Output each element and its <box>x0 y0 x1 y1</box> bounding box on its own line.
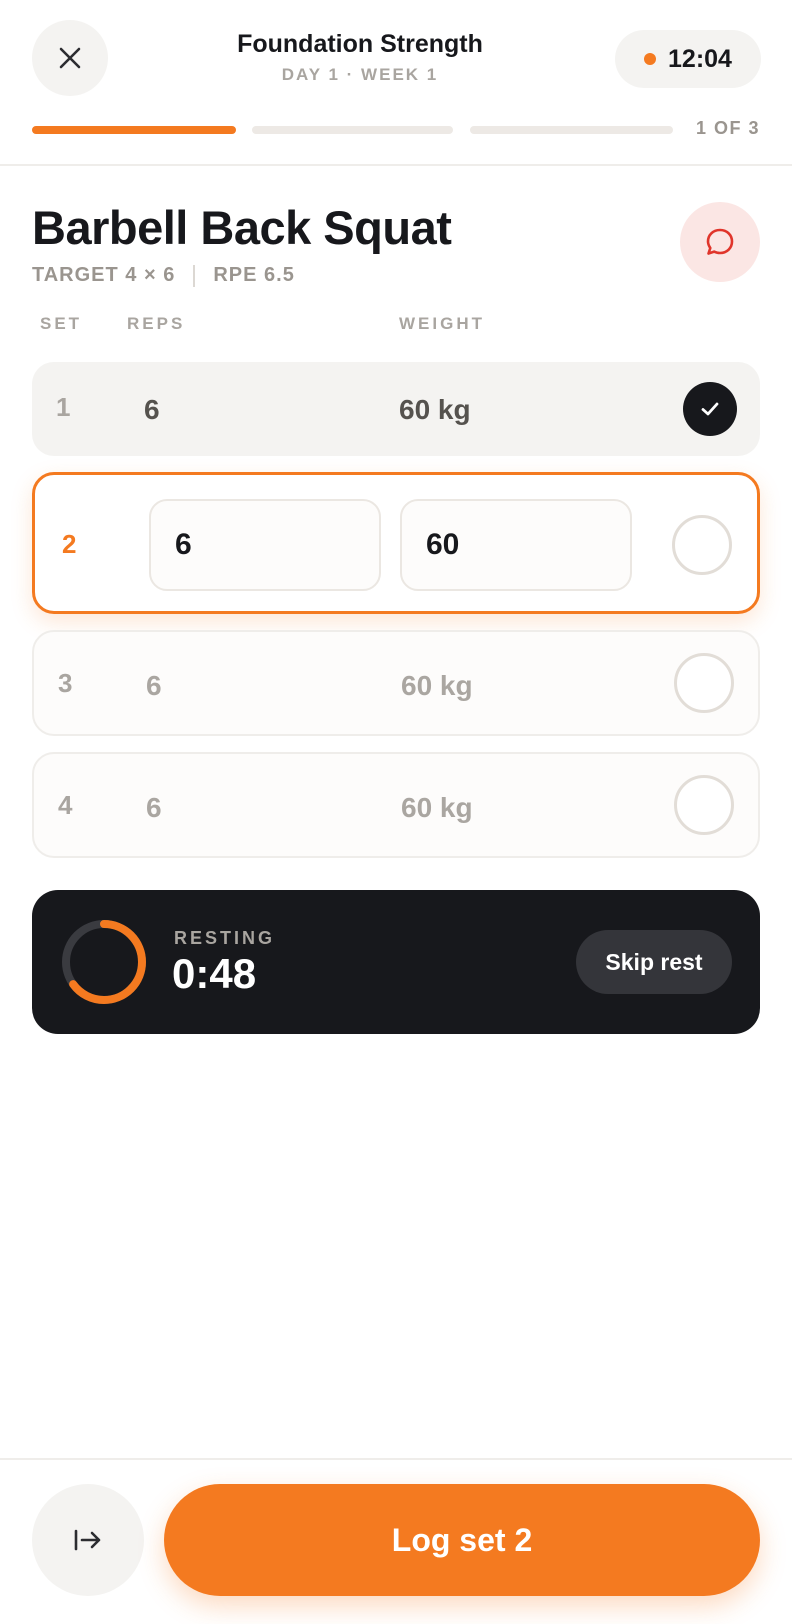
set-complete-toggle[interactable] <box>674 653 734 713</box>
log-set-button[interactable]: Log set 2 <box>164 1484 760 1596</box>
target-label: TARGET 4 × 6 <box>32 264 176 286</box>
elapsed-timer: 12:04 <box>615 30 761 88</box>
set-number: 3 <box>58 668 73 698</box>
rpe-label: RPE 6.5 <box>213 264 295 286</box>
workout-subtitle: DAY 1 · WEEK 1 <box>281 65 439 84</box>
progress-segment-3 <box>470 126 673 134</box>
exercise-meta: TARGET 4 × 6 RPE 6.5 <box>32 264 295 287</box>
recording-dot-icon <box>644 53 657 65</box>
workout-header: Foundation Strength DAY 1 · WEEK 1 <box>160 30 560 85</box>
rest-label: RESTING <box>174 928 276 948</box>
set-number: 4 <box>58 790 73 820</box>
set-number: 2 <box>62 529 77 559</box>
set-weight: 60 kg <box>401 792 473 823</box>
close-icon <box>59 47 81 69</box>
notes-button[interactable] <box>680 202 760 282</box>
close-button[interactable] <box>32 20 108 96</box>
set-row-2[interactable]: 2 6 60 <box>32 472 760 614</box>
elapsed-time: 12:04 <box>668 44 732 73</box>
rest-timer-card: RESTING 0:48 Skip rest <box>32 890 760 1034</box>
meta-separator <box>193 264 196 287</box>
skip-rest-button[interactable]: Skip rest <box>576 930 732 994</box>
rest-countdown: 0:48 <box>172 950 257 997</box>
progress-segment-1 <box>32 126 236 134</box>
weight-input[interactable]: 60 <box>400 499 632 591</box>
footer-divider <box>0 1458 792 1460</box>
set-complete-toggle[interactable] <box>674 775 734 835</box>
set-reps: 6 <box>146 792 162 823</box>
skip-to-end-icon <box>74 1529 101 1551</box>
exercise-title: Barbell Back Squat <box>32 201 452 254</box>
set-weight: 60 kg <box>401 670 473 701</box>
rest-progress-ring <box>62 920 146 1004</box>
set-row-1[interactable]: 1 6 60 kg <box>32 362 760 456</box>
workout-title: Foundation Strength <box>237 30 483 58</box>
progress-label: 1 OF 3 <box>695 118 760 138</box>
skip-exercise-button[interactable] <box>32 1484 144 1596</box>
set-complete-toggle[interactable] <box>672 515 732 575</box>
set-weight: 60 kg <box>399 394 471 425</box>
set-row-3[interactable]: 3 6 60 kg <box>32 630 760 736</box>
set-complete-toggle[interactable] <box>683 382 737 436</box>
set-reps: 6 <box>146 670 162 701</box>
header-divider <box>0 164 792 166</box>
check-icon <box>701 402 719 416</box>
column-header-reps: REPS <box>127 314 186 333</box>
set-reps: 6 <box>144 394 160 425</box>
set-number: 1 <box>56 392 71 422</box>
chat-bubble-icon <box>706 228 734 255</box>
progress-segment-2 <box>252 126 453 134</box>
reps-input[interactable]: 6 <box>149 499 381 591</box>
set-row-4[interactable]: 4 6 60 kg <box>32 752 760 858</box>
column-header-set: SET <box>40 314 83 333</box>
column-header-weight: WEIGHT <box>399 314 485 333</box>
